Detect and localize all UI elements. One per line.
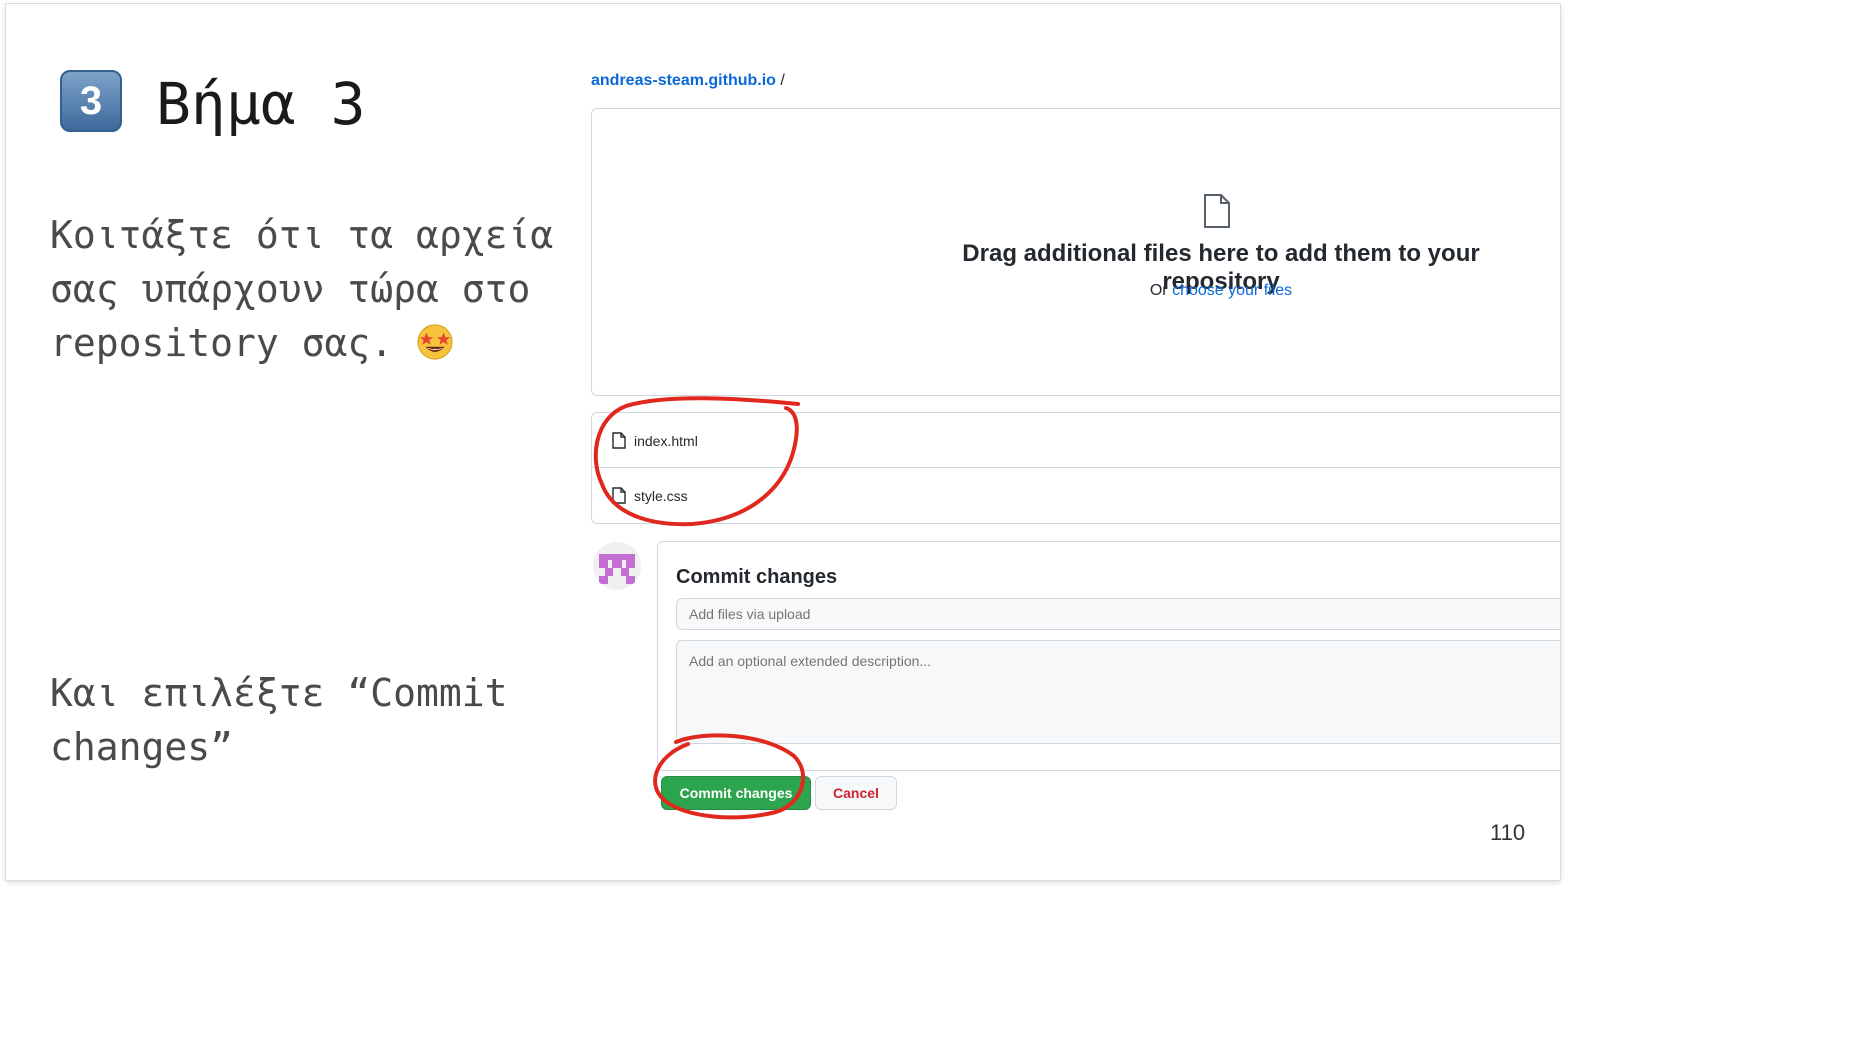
slide: 3 Βήμα 3 Κοιτάξτε ότι τα αρχεία σας υπάρ…: [6, 4, 1560, 880]
star-struck-emoji-icon: [417, 324, 453, 360]
commit-changes-button[interactable]: Commit changes: [661, 776, 811, 810]
choose-files-link[interactable]: choose your files: [1172, 282, 1292, 299]
file-icon: [612, 487, 626, 504]
cancel-button[interactable]: Cancel: [815, 776, 897, 810]
dropzone-or: Or: [1149, 282, 1168, 299]
file-name: style.css: [634, 488, 688, 504]
breadcrumb: andreas-steam.github.io /: [591, 72, 785, 90]
file-name: index.html: [634, 433, 698, 449]
identicon: [593, 542, 641, 590]
breadcrumb-separator: /: [780, 72, 785, 89]
github-upload-screenshot: andreas-steam.github.io / Drag additiona…: [591, 4, 1560, 880]
file-icon: [612, 432, 626, 449]
keycap-3-emoji: 3: [60, 70, 122, 132]
commit-form: Commit changes: [657, 541, 1560, 771]
commit-summary-input[interactable]: [676, 598, 1560, 630]
instruction-text-1: Κοιτάξτε ότι τα αρχεία σας υπάρχουν τώρα…: [50, 208, 590, 370]
uploaded-file-list: index.html style.css: [591, 412, 1560, 524]
file-icon: [1204, 194, 1230, 228]
slide-title: Βήμα 3: [156, 70, 366, 138]
file-row[interactable]: index.html: [592, 413, 1560, 468]
commit-description-input[interactable]: [676, 640, 1560, 744]
commit-title: Commit changes: [676, 566, 838, 588]
repo-link[interactable]: andreas-steam.github.io: [591, 72, 776, 89]
instruction-text-2: Και επιλέξτε “Commit changes”: [50, 671, 508, 769]
avatar[interactable]: [593, 542, 641, 590]
dropzone-subtitle: Or choose your files: [911, 282, 1531, 300]
instruction-text-1-body: Κοιτάξτε ότι τα αρχεία σας υπάρχουν τώρα…: [50, 213, 554, 365]
file-row[interactable]: style.css: [592, 468, 1560, 523]
